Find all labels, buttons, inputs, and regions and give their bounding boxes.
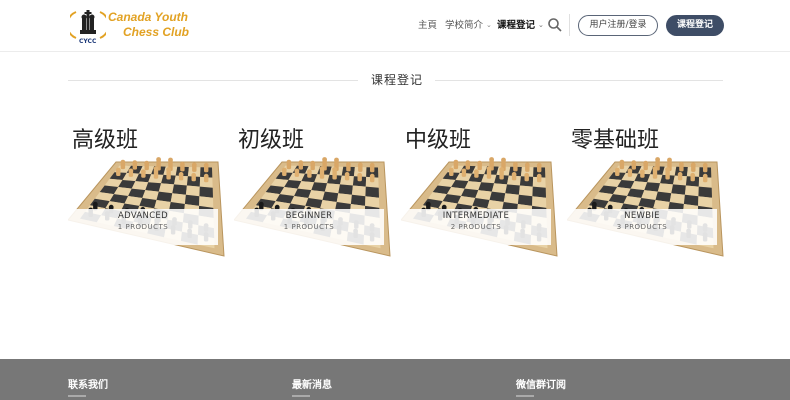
category-caption: NEWBIE 3 PRODUCTS xyxy=(567,211,717,231)
footer-contact-heading: 联系我们 xyxy=(68,376,108,397)
category-title: 初级班 xyxy=(238,128,305,153)
category-card-intermediate[interactable]: 中级班 INTERMEDIATE 2 PRODUCTS xyxy=(401,118,561,263)
nav-home[interactable]: 主頁 xyxy=(418,17,437,35)
footer-news-heading: 最新消息 xyxy=(292,376,332,397)
chessboard-image xyxy=(401,157,558,257)
chevron-down-icon: ⌄ xyxy=(486,21,492,29)
category-title: 高级班 xyxy=(72,128,139,153)
course-registration-button[interactable]: 课程登记 xyxy=(666,15,724,36)
category-name: BEGINNER xyxy=(285,211,333,221)
category-caption: BEGINNER 1 PRODUCTS xyxy=(234,211,384,231)
logo-abbreviation: CYCC xyxy=(79,38,97,45)
nav-about-label: 学校简介 xyxy=(445,20,484,31)
logo-text-line1: Canada Youth xyxy=(108,10,189,24)
nav-course-registration[interactable]: 课程登记 ⌄ xyxy=(497,17,544,35)
category-card-newbie[interactable]: 零基础班 NEWBIE 3 PRODUCTS xyxy=(567,118,727,263)
category-product-count: 2 PRODUCTS xyxy=(450,223,502,231)
category-title: 零基础班 xyxy=(571,128,660,153)
section-title: 课程登记 xyxy=(370,73,423,87)
site-logo[interactable]: CYCC Canada Youth Chess Club xyxy=(70,6,210,46)
site-footer: 联系我们 最新消息 微信群订阅 xyxy=(0,359,790,400)
category-title: 中级班 xyxy=(405,128,472,153)
category-product-count: 1 PRODUCTS xyxy=(283,223,335,231)
chessboard-image xyxy=(68,157,225,257)
site-header: CYCC Canada Youth Chess Club 主頁 学校简介 ⌄ 课程… xyxy=(0,0,790,52)
chevron-down-icon: ⌄ xyxy=(538,21,544,29)
chessboard-image xyxy=(567,157,724,257)
title-divider-left xyxy=(68,80,358,81)
search-icon[interactable] xyxy=(547,17,563,33)
title-divider-right xyxy=(435,80,723,81)
nav-divider xyxy=(569,14,570,36)
category-caption: INTERMEDIATE 2 PRODUCTS xyxy=(401,211,551,231)
chessboard-image xyxy=(234,157,391,257)
category-product-count: 3 PRODUCTS xyxy=(616,223,668,231)
footer-wechat-heading: 微信群订阅 xyxy=(516,376,566,397)
category-card-beginner[interactable]: 初级班 BEGINNER 1 PRODUCTS xyxy=(234,118,394,263)
category-name: NEWBIE xyxy=(624,211,660,221)
logo-text-line2: Chess Club xyxy=(123,25,190,39)
category-name: INTERMEDIATE xyxy=(442,211,510,221)
nav-about[interactable]: 学校简介 ⌄ xyxy=(445,17,492,35)
category-name: ADVANCED xyxy=(118,211,168,221)
category-caption: ADVANCED 1 PRODUCTS xyxy=(68,211,218,231)
category-card-advanced[interactable]: 高级班 ADVANCED 1 PRODUCTS xyxy=(68,118,228,263)
register-login-button[interactable]: 用户注册/登录 xyxy=(578,15,658,36)
nav-course-label: 课程登记 xyxy=(497,20,536,31)
category-product-count: 1 PRODUCTS xyxy=(117,223,169,231)
